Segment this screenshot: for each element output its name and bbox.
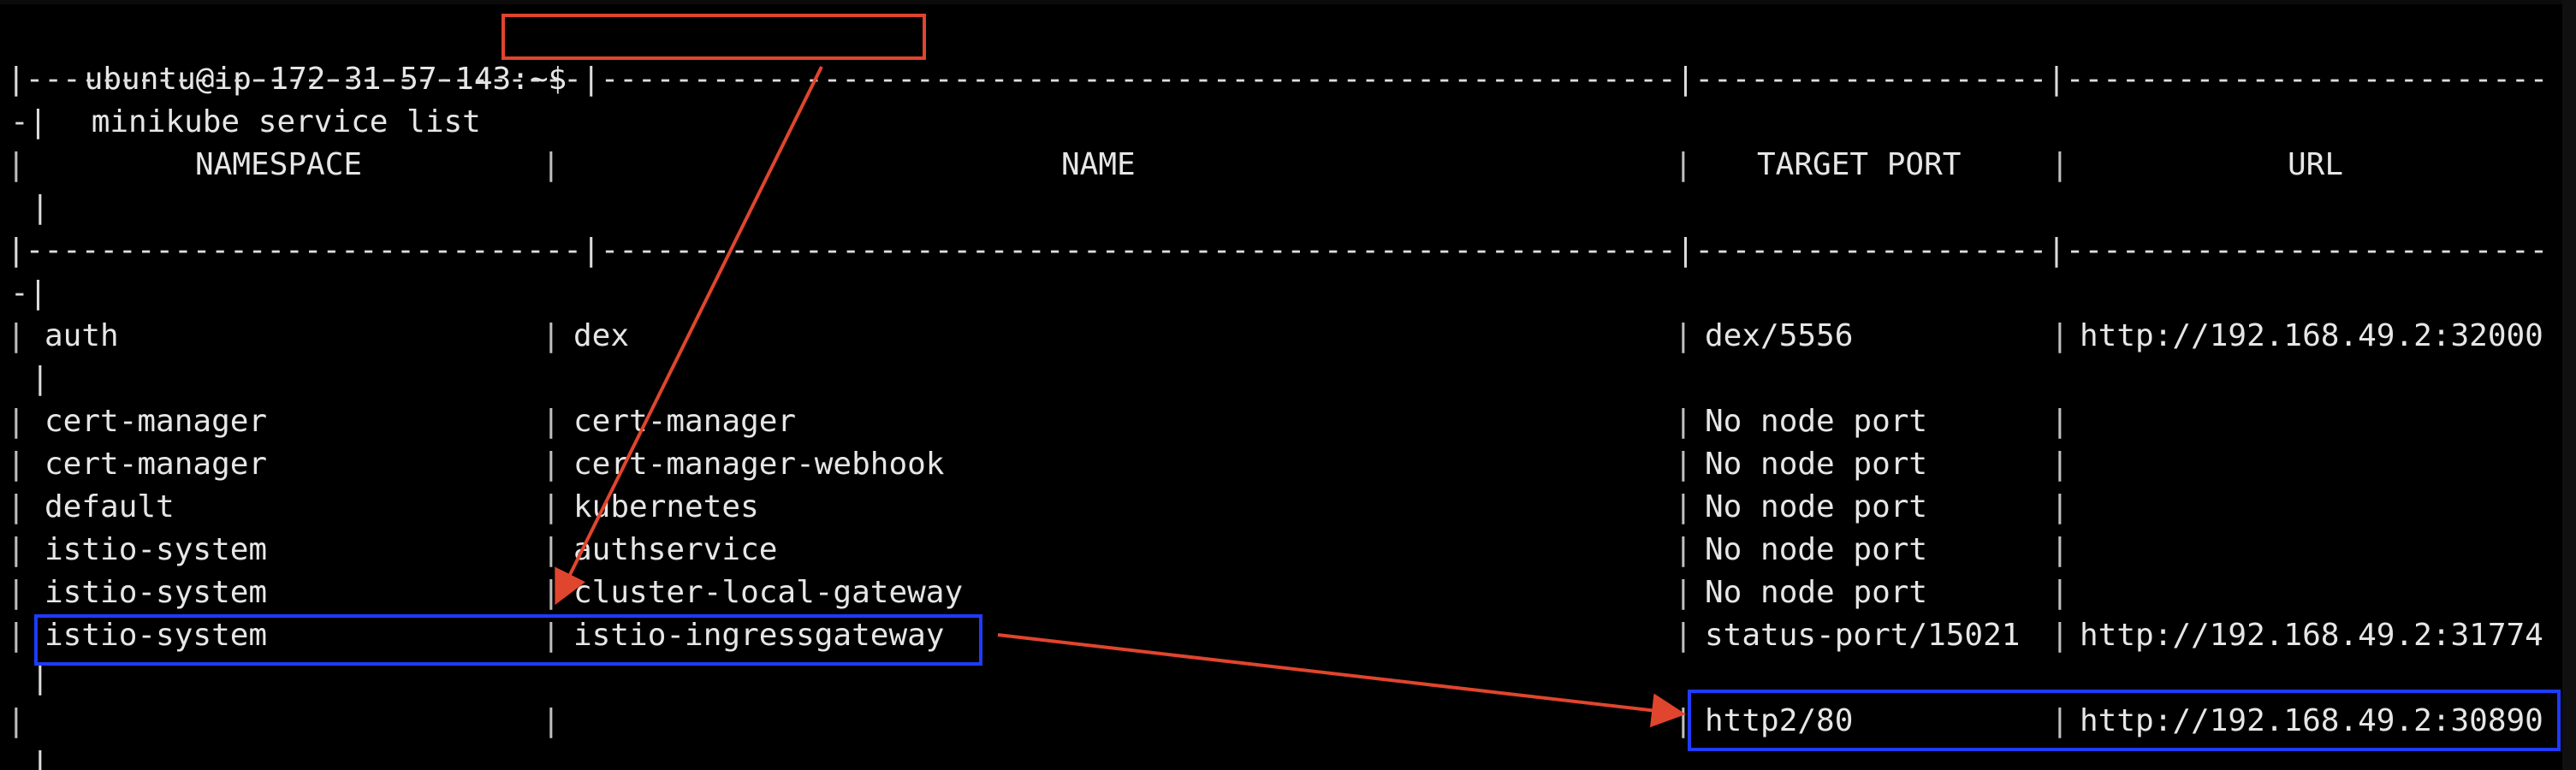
header-name: NAME [1061, 147, 1136, 182]
table-row: | cert-manager | cert-manager-webhook | … [7, 443, 2557, 486]
title-strip [0, 0, 2576, 4]
header-url: URL [2288, 147, 2344, 182]
cell-url: http://192.168.49.2:32000 [2080, 318, 2543, 353]
cell-target-port: status-port/15021 [1705, 618, 2021, 653]
table-row: | cert-manager | cert-manager | No node … [7, 400, 2557, 443]
cell-namespace: istio-system [45, 575, 268, 610]
wrap-continuation: | [31, 746, 50, 770]
cell-namespace: cert-manager [45, 404, 268, 439]
cell-name: authservice [573, 532, 778, 567]
wrap-continuation: -| [10, 104, 48, 139]
table-header-separator: |------------------------------|--------… [7, 233, 2549, 268]
cell-namespace: default [45, 489, 175, 524]
cell-name: cert-manager-webhook [573, 447, 945, 482]
cell-target-port: No node port [1705, 404, 1928, 439]
prompt-line: ubuntu@ip-172-31-57-143:~$ minikube serv… [10, 15, 567, 139]
command-highlight-box [502, 14, 926, 60]
wrap-continuation: | [31, 361, 50, 396]
command-text: minikube service list [91, 104, 481, 139]
table-row: | istio-system | authservice | No node p… [7, 529, 2557, 572]
cell-name: cluster-local-gateway [573, 575, 964, 610]
cell-name: kubernetes [573, 489, 759, 524]
table-top-border: |------------------------------|--------… [7, 62, 2549, 97]
table-row: | auth | dex | dex/5556 | http://192.168… [7, 315, 2557, 358]
table-row: | default | kubernetes | No node port | [7, 486, 2557, 529]
nodeport-url-highlight-box [1688, 690, 2561, 751]
cell-target-port: No node port [1705, 489, 1928, 524]
table-row: | istio-system | cluster-local-gateway |… [7, 572, 2557, 614]
cell-name: cert-manager [573, 404, 797, 439]
terminal-window[interactable]: ubuntu@ip-172-31-57-143:~$ minikube serv… [0, 0, 2576, 770]
ingressgateway-highlight-box [34, 614, 982, 666]
header-target-port: TARGET PORT [1757, 147, 1962, 182]
cell-target-port: No node port [1705, 532, 1928, 567]
cell-namespace: cert-manager [45, 447, 268, 482]
cell-target-port: No node port [1705, 575, 1928, 610]
cell-target-port: No node port [1705, 447, 1928, 482]
cell-target-port: dex/5556 [1705, 318, 1854, 353]
cell-name: dex [573, 318, 630, 353]
wrap-continuation: | [31, 190, 50, 225]
cell-namespace: istio-system [45, 532, 268, 567]
table-header-row: | NAMESPACE | NAME | TARGET PORT | URL [7, 144, 2557, 187]
cell-url: http://192.168.49.2:31774 [2080, 618, 2543, 653]
header-namespace: NAMESPACE [195, 147, 363, 182]
wrap-continuation: -| [10, 275, 48, 311]
cell-namespace: auth [45, 318, 119, 353]
scrollbar[interactable] [2562, 0, 2576, 770]
